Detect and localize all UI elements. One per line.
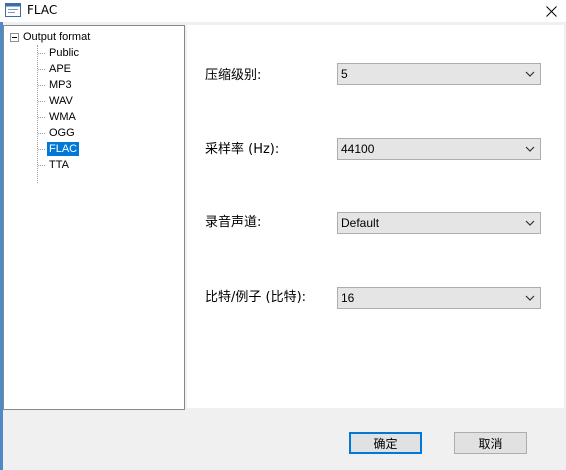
- tree-branch-line: [38, 148, 45, 150]
- channels-label: 录音声道:: [205, 215, 262, 230]
- tree-item-mp3[interactable]: MP3: [38, 77, 74, 93]
- tree-item-label: APE: [49, 63, 72, 75]
- bits-per-sample-select[interactable]: 16: [337, 287, 541, 309]
- tree-item-ape[interactable]: APE: [38, 61, 73, 77]
- tree-item-label: FLAC: [47, 142, 80, 156]
- tree-item-label: WAV: [49, 95, 73, 107]
- tree-branch-line: [38, 116, 45, 118]
- close-icon: [545, 5, 557, 17]
- compression-level-label: 压缩级别:: [205, 68, 262, 83]
- chevron-down-icon: [525, 220, 535, 226]
- tree-item-label: OGG: [49, 127, 75, 139]
- tree-root-label: Output format: [23, 31, 91, 43]
- window-title: FLAC: [27, 3, 58, 17]
- cancel-button[interactable]: 取消: [454, 432, 527, 454]
- sample-rate-select[interactable]: 44100: [337, 138, 541, 160]
- tree-item-public[interactable]: Public: [38, 45, 81, 61]
- channels-value: Default: [341, 216, 380, 230]
- tree-branch-line: [38, 164, 45, 166]
- sample-rate-label: 采样率 (Hz):: [205, 142, 280, 157]
- title-bar: FLAC: [0, 0, 566, 22]
- bits-per-sample-value: 16: [341, 291, 355, 305]
- tree-item-wav[interactable]: WAV: [38, 93, 75, 109]
- tree-branch-line: [38, 84, 45, 86]
- tree-item-label: TTA: [49, 159, 69, 171]
- compression-level-value: 5: [341, 67, 348, 81]
- tree-root-output-format[interactable]: Output format: [10, 29, 90, 45]
- close-button[interactable]: [536, 0, 566, 22]
- app-window-icon: [5, 3, 21, 17]
- flac-settings-panel: 压缩级别: 5 采样率 (Hz): 44100 录音声道: Default 比特…: [187, 25, 564, 408]
- tree-branch-line: [38, 52, 45, 54]
- sample-rate-value: 44100: [341, 142, 375, 156]
- tree-branch-line: [38, 132, 45, 134]
- chevron-down-icon: [525, 146, 535, 152]
- tree-item-label: WMA: [49, 111, 76, 123]
- bits-per-sample-label: 比特/例子 (比特):: [205, 290, 307, 305]
- channels-select[interactable]: Default: [337, 212, 541, 234]
- tree-item-tta[interactable]: TTA: [38, 157, 71, 173]
- tree-item-flac[interactable]: FLAC: [38, 141, 80, 157]
- tree-item-wma[interactable]: WMA: [38, 109, 78, 125]
- ok-button[interactable]: 确定: [349, 432, 422, 454]
- compression-level-select[interactable]: 5: [337, 63, 541, 85]
- tree-branch-line: [38, 100, 45, 102]
- output-format-tree[interactable]: Output format Public APE MP3 WAV WMA OGG…: [3, 25, 185, 410]
- chevron-down-icon: [525, 71, 535, 77]
- tree-collapse-icon[interactable]: [10, 32, 19, 42]
- chevron-down-icon: [525, 295, 535, 301]
- tree-branch-line: [38, 68, 45, 70]
- tree-item-label: Public: [49, 47, 79, 59]
- tree-item-ogg[interactable]: OGG: [38, 125, 77, 141]
- tree-item-label: MP3: [49, 79, 72, 91]
